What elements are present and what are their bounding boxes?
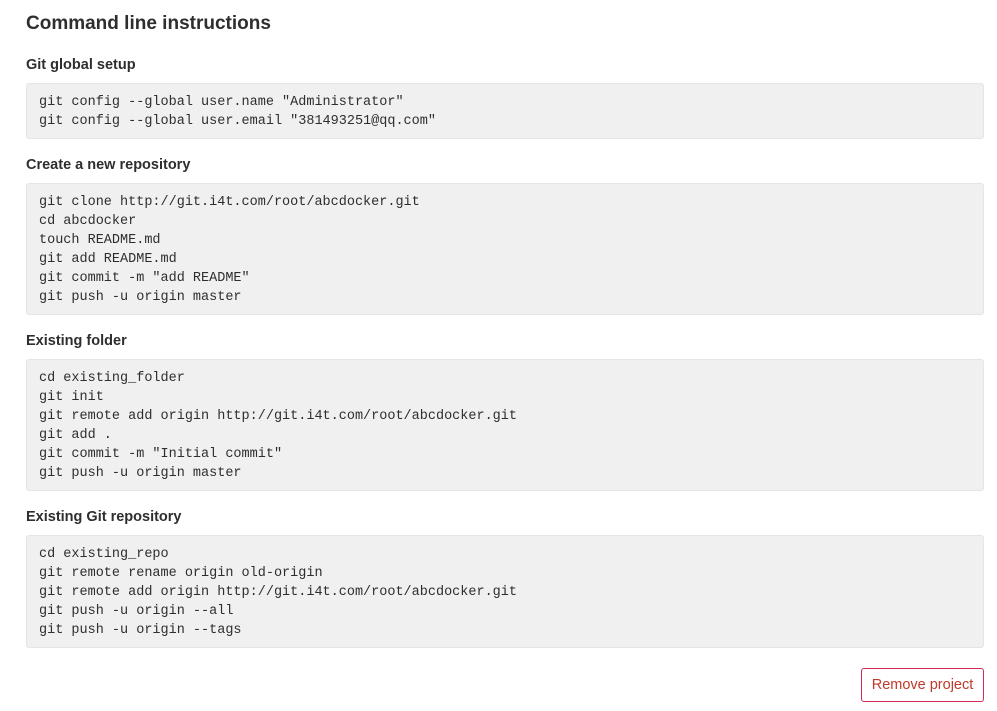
code-line: git commit -m "Initial commit" — [39, 447, 283, 462]
code-line: git push -u origin master — [39, 466, 242, 481]
section-heading-existing-git-repository: Existing Git repository — [26, 509, 182, 525]
code-block-create-repository[interactable]: git clone http://git.i4t.com/root/abcdoc… — [26, 183, 984, 315]
section-heading-create-repository: Create a new repository — [26, 157, 191, 173]
code-line: cd existing_folder — [39, 371, 185, 386]
code-line: git add . — [39, 428, 112, 443]
code-line: touch README.md — [39, 233, 161, 248]
code-block-existing-git-repository[interactable]: cd existing_repogit remote rename origin… — [26, 535, 984, 648]
code-line: cd existing_repo — [39, 547, 169, 562]
code-line: git remote rename origin old-origin — [39, 566, 323, 581]
section-heading-git-global-setup: Git global setup — [26, 57, 136, 73]
code-line: git remote add origin http://git.i4t.com… — [39, 409, 517, 424]
code-line: cd abcdocker — [39, 214, 137, 229]
code-block-git-global-setup[interactable]: git config --global user.name "Administr… — [26, 83, 984, 139]
code-line: git clone http://git.i4t.com/root/abcdoc… — [39, 195, 420, 210]
code-line: git push -u origin --all — [39, 604, 234, 619]
remove-project-button[interactable]: Remove project — [861, 668, 984, 702]
code-line: git push -u origin master — [39, 290, 242, 305]
code-block-existing-folder[interactable]: cd existing_foldergit init git remote add… — [26, 359, 984, 491]
page-title: Command line instructions — [26, 13, 271, 34]
code-line: git config --global user.email "38149325… — [39, 114, 436, 129]
code-line: git init — [39, 390, 104, 405]
code-line: git remote add origin http://git.i4t.com… — [39, 585, 517, 600]
code-line: git push -u origin --tags — [39, 623, 242, 638]
section-heading-existing-folder: Existing folder — [26, 333, 127, 349]
code-line: git config --global user.name "Administr… — [39, 95, 404, 110]
code-line: git add README.md — [39, 252, 177, 267]
code-line: git commit -m "add README" — [39, 271, 250, 286]
